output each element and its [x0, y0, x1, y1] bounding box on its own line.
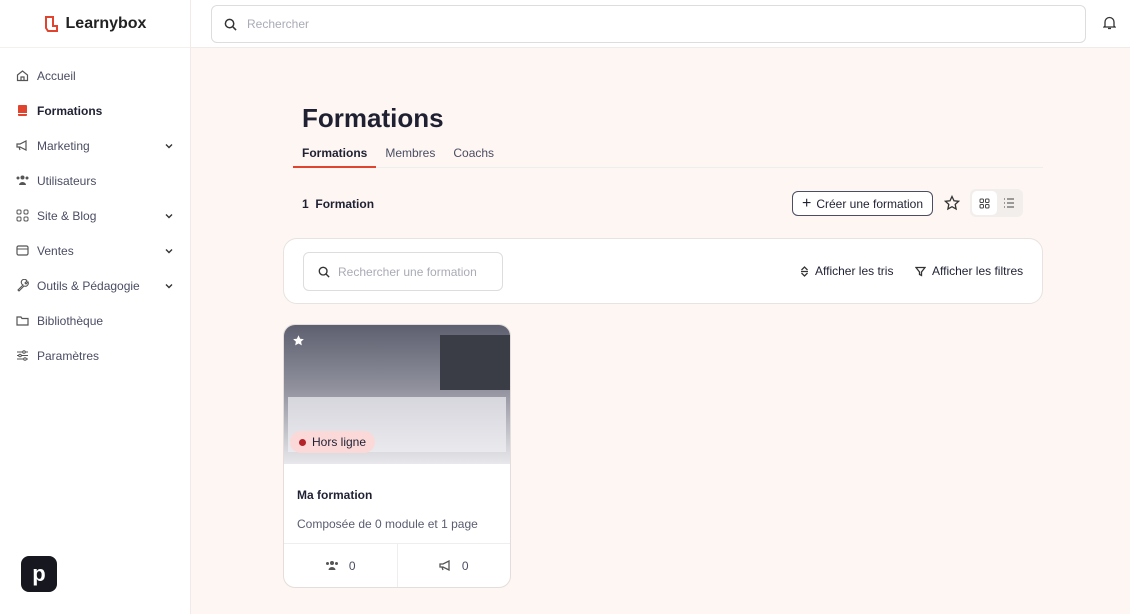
help-launcher-button[interactable]: p — [21, 556, 57, 592]
learnybox-logo-icon — [44, 15, 58, 32]
page-title: Formations — [302, 103, 444, 133]
logo[interactable]: Learnybox — [0, 0, 190, 48]
chevron-down-icon[interactable] — [164, 281, 174, 291]
book-icon — [18, 105, 27, 116]
sidebar-item-accueil[interactable]: Accueil — [0, 58, 190, 93]
search-icon — [224, 18, 237, 31]
view-toggle — [970, 189, 1023, 217]
sidebar-item-utilisateurs[interactable]: Utilisateurs — [0, 163, 190, 198]
members-stat[interactable]: 0 — [284, 544, 397, 587]
folder-icon — [16, 316, 29, 326]
tabs: Formations Membres Coachs — [293, 146, 1043, 168]
filter-icon — [915, 266, 926, 277]
sidebar-item-label: Paramètres — [37, 348, 100, 363]
count-label: Formation — [315, 197, 375, 211]
filter-label: Afficher les filtres — [932, 264, 1024, 278]
formation-search[interactable] — [303, 252, 503, 291]
thumbnail-laptop — [440, 335, 510, 390]
app-name: Learnybox — [65, 14, 147, 32]
megaphone-icon — [16, 140, 27, 151]
global-search[interactable] — [211, 5, 1086, 43]
formation-thumbnail: Hors ligne — [284, 325, 510, 464]
sidebar-item-label: Utilisateurs — [37, 173, 97, 188]
sidebar-item-label: Bibliothèque — [37, 313, 104, 328]
plus-icon: + — [801, 194, 812, 212]
create-formation-button[interactable]: + Créer une formation — [792, 191, 933, 216]
sidebar-item-site-blog[interactable]: Site & Blog — [0, 198, 190, 233]
bell-icon[interactable] — [1103, 16, 1116, 30]
chevron-down-icon[interactable] — [164, 211, 174, 221]
card-footer: 0 0 — [284, 543, 510, 587]
chevron-down-icon[interactable] — [164, 246, 174, 256]
chevron-down-icon[interactable] — [164, 141, 174, 151]
wallet-icon — [16, 245, 29, 256]
topbar — [191, 0, 1130, 48]
star-icon[interactable] — [944, 195, 960, 211]
sort-button[interactable]: Afficher les tris — [800, 264, 893, 278]
tab-coachs[interactable]: Coachs — [444, 146, 503, 168]
favorite-star-icon[interactable] — [292, 334, 305, 347]
count-number: 1 — [302, 197, 309, 211]
sidebar-item-label: Accueil — [37, 68, 76, 83]
sort-icon — [801, 265, 808, 277]
list-view-button[interactable] — [997, 191, 1022, 215]
sidebar-item-outils-pedagogie[interactable]: Outils & Pédagogie — [0, 268, 190, 303]
sidebar-item-ventes[interactable]: Ventes — [0, 233, 190, 268]
megaphone-icon — [439, 560, 450, 571]
sidebar-item-label: Ventes — [37, 243, 74, 258]
tab-membres[interactable]: Membres — [376, 146, 444, 168]
grid-icon — [16, 209, 29, 222]
filter-button[interactable]: Afficher les filtres — [915, 264, 1023, 278]
sidebar-item-label: Outils & Pédagogie — [37, 278, 140, 293]
users-icon — [16, 175, 29, 185]
filter-bar: Afficher les tris Afficher les filtres — [283, 238, 1043, 304]
status-label: Hors ligne — [312, 435, 367, 449]
formation-description: Composée de 0 module et 1 page — [297, 517, 478, 531]
search-icon — [318, 266, 330, 278]
list-icon — [1003, 198, 1014, 208]
sidebar-item-label: Marketing — [37, 138, 90, 153]
campaigns-count: 0 — [461, 558, 469, 573]
sidebar-item-marketing[interactable]: Marketing — [0, 128, 190, 163]
sidebar-item-formations[interactable]: Formations — [0, 93, 190, 128]
create-label: Créer une formation — [816, 196, 924, 211]
grid-icon — [979, 198, 990, 208]
members-count: 0 — [348, 558, 356, 573]
grid-view-button[interactable] — [972, 191, 997, 215]
sidebar-item-label: Formations — [37, 103, 103, 118]
global-search-input[interactable] — [247, 17, 1085, 31]
formation-search-input[interactable] — [338, 264, 498, 279]
sort-label: Afficher les tris — [815, 264, 894, 278]
sliders-icon — [17, 350, 28, 361]
users-icon — [325, 561, 338, 570]
home-icon — [16, 70, 29, 82]
sidebar-item-parametres[interactable]: Paramètres — [0, 338, 190, 373]
sidebar: Learnybox Accueil Formations Marketing Util… — [0, 0, 191, 614]
wrench-icon — [17, 279, 29, 292]
status-badge: Hors ligne — [290, 431, 376, 453]
tab-formations[interactable]: Formations — [293, 146, 377, 168]
formation-title[interactable]: Ma formation — [297, 488, 372, 502]
formation-count: 1 Formation — [302, 197, 374, 211]
sidebar-item-bibliotheque[interactable]: Bibliothèque — [0, 303, 190, 338]
campaigns-stat[interactable]: 0 — [396, 544, 511, 587]
formation-card[interactable]: Hors ligne Ma formation Composée de 0 mo… — [283, 324, 511, 588]
status-dot — [299, 438, 306, 446]
sidebar-item-label: Site & Blog — [37, 208, 97, 223]
